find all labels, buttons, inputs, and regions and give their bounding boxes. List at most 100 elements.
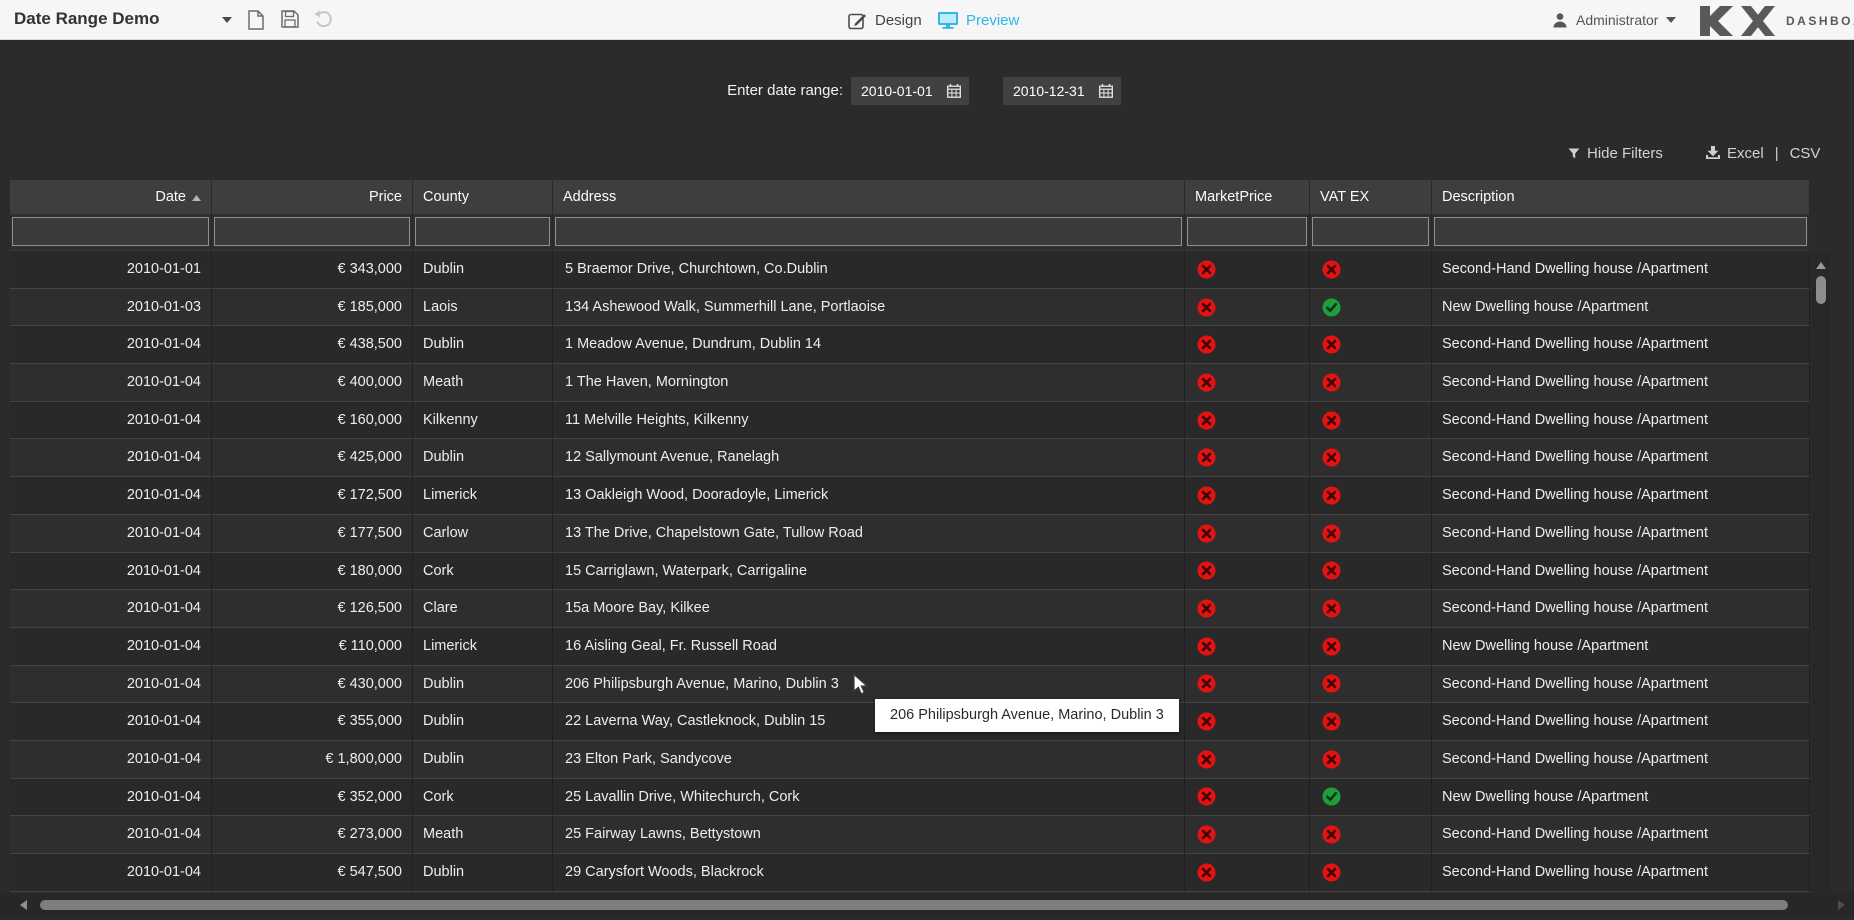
cell-date: 2010-01-04 <box>10 402 212 440</box>
cell-description: Second-Hand Dwelling house /Apartment <box>1432 590 1810 628</box>
cell-address: 12 Sallymount Avenue, Ranelagh <box>553 439 1185 477</box>
filter-input-vatex[interactable] <box>1312 217 1429 246</box>
user-icon <box>1552 12 1568 28</box>
filter-input-county[interactable] <box>415 217 550 246</box>
tab-design[interactable]: Design <box>848 0 922 40</box>
cell-county: Dublin <box>413 703 553 741</box>
end-date-input[interactable]: 2010-12-31 <box>1003 77 1121 105</box>
address-tooltip: 206 Philipsburgh Avenue, Marino, Dublin … <box>875 699 1179 732</box>
table-row[interactable]: 2010-01-04€ 547,500Dublin29 Carysfort Wo… <box>10 854 1810 892</box>
logo-wordmark: DASHBOARDS <box>1786 14 1854 28</box>
scroll-right-icon[interactable] <box>1838 900 1845 910</box>
cell-date: 2010-01-04 <box>10 779 212 817</box>
filter-input-address[interactable] <box>555 217 1182 246</box>
scroll-left-icon[interactable] <box>20 900 27 910</box>
cell-description: Second-Hand Dwelling house /Apartment <box>1432 251 1810 289</box>
cancel-icon <box>1322 750 1341 769</box>
column-header-date[interactable]: Date <box>10 180 212 214</box>
cancel-icon <box>1197 787 1216 806</box>
table-row[interactable]: 2010-01-04€ 126,500Clare15a Moore Bay, K… <box>10 590 1810 628</box>
table-body: 2010-01-01€ 343,000Dublin5 Braemor Drive… <box>10 251 1810 892</box>
column-header-description[interactable]: Description <box>1432 180 1810 214</box>
preview-label: Preview <box>966 12 1019 29</box>
cell-address: 25 Fairway Lawns, Bettystown <box>553 816 1185 854</box>
cancel-icon <box>1322 373 1341 392</box>
cell-date: 2010-01-04 <box>10 364 212 402</box>
column-header-marketprice[interactable]: MarketPrice <box>1185 180 1310 214</box>
user-menu[interactable]: Administrator <box>1552 0 1676 40</box>
cancel-icon <box>1197 825 1216 844</box>
cell-price: € 343,000 <box>212 251 413 289</box>
table-row[interactable]: 2010-01-04€ 273,000Meath25 Fairway Lawns… <box>10 816 1810 854</box>
tab-preview[interactable]: Preview <box>938 0 1019 40</box>
start-date-input[interactable]: 2010-01-01 <box>851 77 969 105</box>
cell-description: Second-Hand Dwelling house /Apartment <box>1432 816 1810 854</box>
horizontal-scrollbar-thumb[interactable] <box>40 900 1788 910</box>
table-row[interactable]: 2010-01-04€ 430,000Dublin206 Philipsburg… <box>10 666 1810 704</box>
table-row[interactable]: 2010-01-03€ 185,000Laois134 Ashewood Wal… <box>10 289 1810 327</box>
vertical-scrollbar[interactable] <box>1812 252 1830 892</box>
save-button[interactable] <box>281 10 299 28</box>
new-dashboard-button[interactable] <box>248 10 264 30</box>
download-icon <box>1706 146 1720 160</box>
filter-funnel-icon <box>1568 148 1580 159</box>
table-row[interactable]: 2010-01-04€ 177,500Carlow13 The Drive, C… <box>10 515 1810 553</box>
cell-description: New Dwelling house /Apartment <box>1432 779 1810 817</box>
cell-price: € 1,800,000 <box>212 741 413 779</box>
cell-description: Second-Hand Dwelling house /Apartment <box>1432 402 1810 440</box>
cell-county: Laois <box>413 289 553 327</box>
table-row[interactable]: 2010-01-04€ 110,000Limerick16 Aisling Ge… <box>10 628 1810 666</box>
cancel-icon <box>1322 411 1341 430</box>
filter-input-marketprice[interactable] <box>1187 217 1307 246</box>
table-row[interactable]: 2010-01-04€ 180,000Cork15 Carriglawn, Wa… <box>10 553 1810 591</box>
cancel-icon <box>1197 863 1216 882</box>
cell-vatex <box>1310 364 1432 402</box>
table-row[interactable]: 2010-01-04€ 438,500Dublin1 Meadow Avenue… <box>10 326 1810 364</box>
column-header-price[interactable]: Price <box>212 180 413 214</box>
column-header-address[interactable]: Address <box>553 180 1185 214</box>
dashboard-title: Date Range Demo <box>14 9 159 29</box>
cell-date: 2010-01-01 <box>10 251 212 289</box>
check-icon <box>1322 298 1341 317</box>
table-row[interactable]: 2010-01-04€ 160,000Kilkenny11 Melville H… <box>10 402 1810 440</box>
filter-input-date[interactable] <box>12 217 209 246</box>
cell-vatex <box>1310 854 1432 892</box>
table-row[interactable]: 2010-01-04€ 352,000Cork25 Lavallin Drive… <box>10 779 1810 817</box>
vertical-scrollbar-thumb[interactable] <box>1816 276 1826 304</box>
horizontal-scrollbar[interactable] <box>0 893 1854 917</box>
column-header-vatex[interactable]: VAT EX <box>1310 180 1432 214</box>
table-row[interactable]: 2010-01-04€ 400,000Meath1 The Haven, Mor… <box>10 364 1810 402</box>
hide-filters-button[interactable]: Hide Filters <box>1568 141 1663 165</box>
table-row[interactable]: 2010-01-04€ 172,500Limerick13 Oakleigh W… <box>10 477 1810 515</box>
cancel-icon <box>1322 524 1341 543</box>
table-row[interactable]: 2010-01-04€ 1,800,000Dublin23 Elton Park… <box>10 741 1810 779</box>
dashboard-select-caret-icon[interactable] <box>222 17 232 23</box>
table-row[interactable]: 2010-01-04€ 425,000Dublin12 Sallymount A… <box>10 439 1810 477</box>
sort-asc-icon <box>192 195 201 201</box>
undo-icon <box>314 10 334 29</box>
export-excel-button[interactable]: Excel <box>1727 145 1764 162</box>
undo-button[interactable] <box>314 10 334 29</box>
table-row[interactable]: 2010-01-01€ 343,000Dublin5 Braemor Drive… <box>10 251 1810 289</box>
cell-county: Meath <box>413 816 553 854</box>
column-header-county[interactable]: County <box>413 180 553 214</box>
cell-price: € 547,500 <box>212 854 413 892</box>
cell-address: 11 Melville Heights, Kilkenny <box>553 402 1185 440</box>
cell-county: Dublin <box>413 854 553 892</box>
filter-input-price[interactable] <box>214 217 410 246</box>
filter-input-description[interactable] <box>1434 217 1807 246</box>
cell-description: Second-Hand Dwelling house /Apartment <box>1432 515 1810 553</box>
cell-marketprice <box>1185 402 1310 440</box>
export-csv-button[interactable]: CSV <box>1790 145 1821 162</box>
cell-county: Cork <box>413 779 553 817</box>
cancel-icon <box>1197 561 1216 580</box>
scroll-up-icon[interactable] <box>1816 262 1826 269</box>
cell-address: 13 The Drive, Chapelstown Gate, Tullow R… <box>553 515 1185 553</box>
cell-date: 2010-01-04 <box>10 553 212 591</box>
cancel-icon <box>1197 260 1216 279</box>
cell-date: 2010-01-04 <box>10 515 212 553</box>
preview-monitor-icon <box>938 12 958 29</box>
cell-county: Limerick <box>413 477 553 515</box>
top-bar: Date Range Demo Design <box>0 0 1854 40</box>
cell-marketprice <box>1185 590 1310 628</box>
